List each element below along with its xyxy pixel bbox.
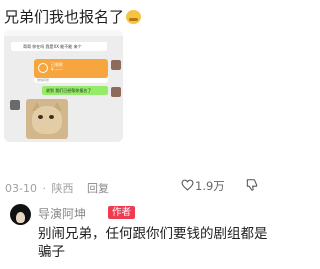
incoming-message: 哥哥 你在吗 我是XX 能不能 来个 (11, 42, 107, 51)
thumbs-down-icon[interactable] (245, 178, 259, 192)
transfer-text: 已收款 ¥ —— (51, 62, 63, 72)
transfer-sub: ¥ —— (51, 67, 63, 72)
outgoing-message: 收到 我们已经帮你报名了 (42, 86, 108, 95)
heart-outline-icon (181, 179, 194, 191)
user-avatar[interactable] (10, 204, 31, 225)
post-title: 兄弟们我也报名了 (4, 8, 125, 26)
post-text: 兄弟们我也报名了 (4, 6, 142, 27)
author-badge: 作者 (108, 206, 136, 219)
reply-button[interactable]: 回复 (87, 182, 109, 195)
transfer-footer: 微信转账 (34, 78, 108, 83)
check-icon (38, 63, 48, 73)
post-location: 陕西 (51, 182, 74, 195)
post-meta: 03-10 · 陕西 回复 (5, 180, 111, 196)
self-avatar (111, 87, 121, 97)
self-avatar (111, 60, 121, 70)
reply-text: 别闹兄弟，任何跟你们要钱的剧组都是骗子 (38, 226, 268, 260)
cat-meme-sticker (26, 99, 68, 139)
cat-eye (38, 115, 43, 119)
crying-face-emoji-icon (126, 10, 142, 24)
transfer-card: 已收款 ¥ —— 微信转账 (34, 59, 108, 83)
chat-screenshot-image[interactable]: 哥哥 你在吗 我是XX 能不能 来个 已收款 ¥ —— 微信转账 收到 我们已经… (4, 30, 123, 142)
screenshot-status-bar (4, 30, 123, 36)
meta-separator: · (42, 182, 46, 195)
contact-avatar (10, 100, 20, 110)
like-count: 1.9万 (195, 179, 225, 193)
reply-username[interactable]: 导演阿坤 (38, 205, 86, 222)
bottom-fade (0, 260, 275, 269)
post-date: 03-10 (5, 182, 37, 195)
cat-face (32, 106, 62, 134)
cat-eye (49, 115, 54, 119)
like-button[interactable]: 1.9万 (181, 178, 225, 194)
